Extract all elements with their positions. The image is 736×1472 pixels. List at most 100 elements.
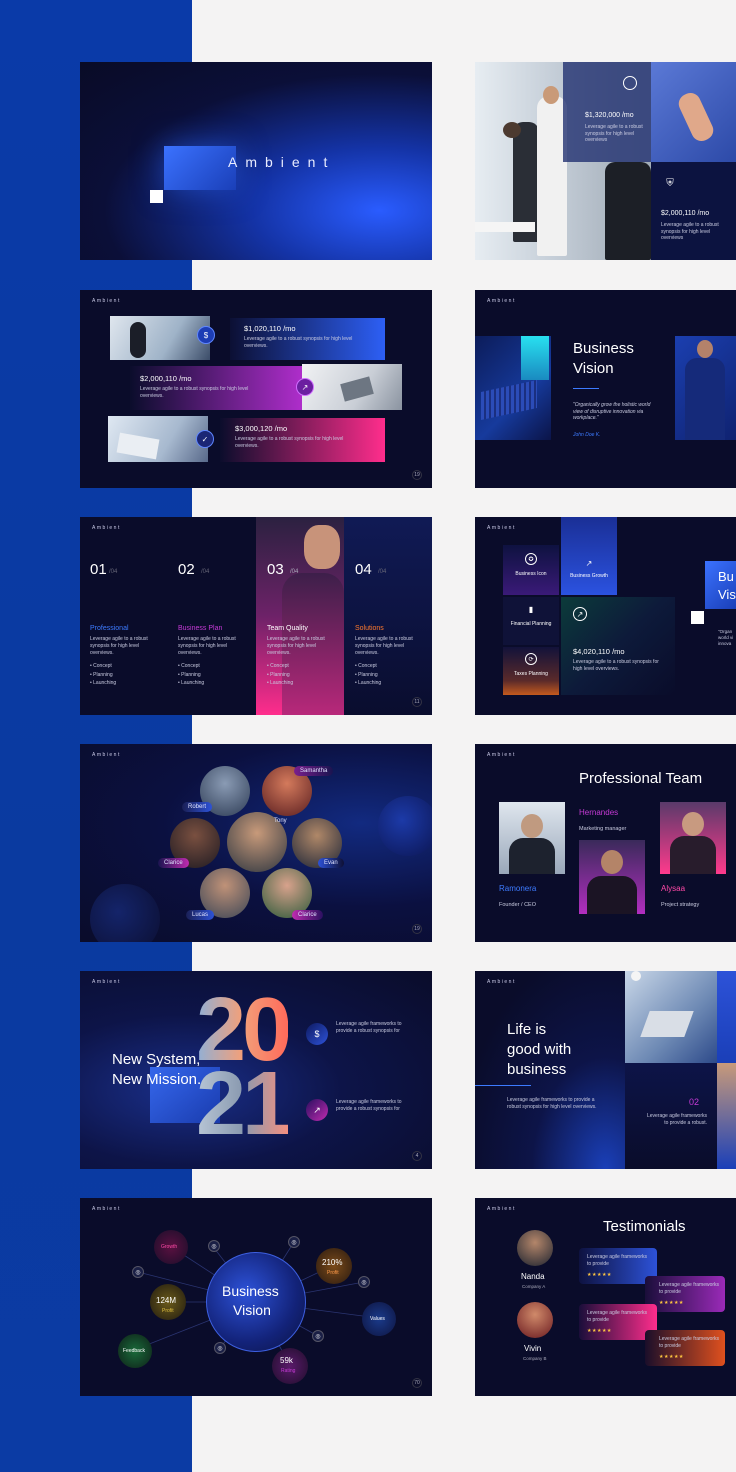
col-2-text: Leverage agile to a robust synopsis for … <box>178 636 236 656</box>
divider <box>573 388 599 389</box>
role-ramonera: Founder / CEO <box>499 902 536 908</box>
col-1-bullets: • Concept • Planning • Launching <box>90 663 117 686</box>
col-4-total: /04 <box>378 569 387 575</box>
col-1-number: 01 <box>90 561 107 578</box>
quote-text: "Organically grow the holistic world vie… <box>573 402 651 421</box>
slide-title: Ambient <box>228 154 336 170</box>
section-number: 02 <box>689 1097 700 1107</box>
node-label-profit-2: Profit <box>162 1308 174 1314</box>
node-value-210: 210% <box>322 1258 343 1267</box>
stat-value-2: $2,000,110 /mo <box>661 210 710 217</box>
shield-icon: ⛨ <box>666 177 674 189</box>
hand-photo <box>651 62 736 162</box>
tile-taxes-planning[interactable]: ⟳ Taxes Planning <box>503 647 559 695</box>
slide-new-mission[interactable]: Ambient 20 21 New System, New Mission. $… <box>80 971 432 1169</box>
tile-label-4: Taxes Planning <box>514 671 548 677</box>
slide-business-vision[interactable]: Ambient Business Vision "Organically gro… <box>475 290 736 488</box>
divider <box>475 1085 531 1086</box>
rating-stars-4: ★★★★★ <box>659 1354 684 1360</box>
avatar-vivin <box>517 1302 553 1338</box>
quote-text-3: Leverage agile frameworks to provide <box>587 1310 648 1323</box>
slide-financial-rows[interactable]: Ambient $ $1,020,110 /mo Leverage agile … <box>80 290 432 488</box>
col-4-number: 04 <box>355 561 372 578</box>
node-label-rating: Rating <box>281 1368 296 1374</box>
center-title-2: Vision <box>233 1302 271 1318</box>
item-text-2: Leverage agile frameworks to provide a r… <box>336 1099 402 1112</box>
page-number: 19 <box>412 924 422 934</box>
node-rating <box>272 1348 308 1384</box>
stat-card-1: $1,320,000 /mo Leverage agile to a robus… <box>563 62 651 162</box>
brand-label: Ambient <box>487 752 516 758</box>
col-2-total: /04 <box>201 569 210 575</box>
quote-author: John Doe K. <box>573 432 601 438</box>
page-number: 19 <box>412 470 422 480</box>
col-3-title: Team Quality <box>267 625 308 632</box>
row-photo-1 <box>110 316 210 360</box>
stat-text-2: Leverage agile to a robust synopsis for … <box>661 222 719 241</box>
desk-photo <box>625 971 717 1063</box>
name-robert: Robert <box>182 802 213 812</box>
headline-line-1: Life is <box>507 1021 547 1038</box>
rating-stars-1: ★★★★★ <box>587 1272 612 1278</box>
quote-text-2: Leverage agile frameworks to provide <box>659 1282 720 1295</box>
slide-vision-network[interactable]: Ambient Business Vision Growth 210% Prof… <box>80 1198 432 1396</box>
page-number: 4 <box>412 1151 422 1161</box>
brand-label: Ambient <box>92 298 121 304</box>
side-quote: "Organ world vi innova <box>718 629 734 646</box>
tile-business-icon[interactable]: ✪ Business Icon <box>503 545 559 595</box>
slide-four-columns[interactable]: Ambient 01 /04 Professional Leverage agi… <box>80 517 432 715</box>
row-value-1: $1,020,110 /mo <box>244 324 296 333</box>
col-3-number: 03 <box>267 561 284 578</box>
decor-sphere <box>90 884 160 942</box>
brand-label: Ambient <box>487 525 516 531</box>
row-text-2: Leverage agile to a robust synopsis for … <box>140 386 249 399</box>
quote-text-4: Leverage agile frameworks to provide <box>659 1336 720 1349</box>
stat-tile[interactable]: ↗ $4,020,110 /mo Leverage agile to a rob… <box>561 597 675 695</box>
company-nanda: Company A <box>522 1284 546 1289</box>
refresh-icon: ⟳ <box>525 653 537 665</box>
slide-services-grid[interactable]: Ambient ✪ Business Icon ↗ Business Growt… <box>475 517 736 715</box>
slide-testimonials[interactable]: Ambient Testimonials Nanda Company A Viv… <box>475 1198 736 1396</box>
col-2-number: 02 <box>178 561 195 578</box>
brand-label: Ambient <box>92 525 121 531</box>
refresh-icon <box>623 76 637 90</box>
node-label-growth: Growth <box>161 1244 178 1250</box>
title-line-2: Vision <box>573 360 614 377</box>
name-nanda: Nanda <box>521 1272 545 1281</box>
section-text: Leverage agile frameworks to provide a r… <box>646 1113 707 1126</box>
quote-card-4: Leverage agile frameworks to provide ★★★… <box>645 1330 725 1366</box>
slide-ambient-title[interactable]: Ambient <box>80 62 432 260</box>
name-vivin: Vivin <box>524 1344 542 1353</box>
blue-accent-strip <box>717 971 736 1063</box>
brand-label: Ambient <box>487 298 516 304</box>
item-text-1: Leverage agile frameworks to provide a r… <box>336 1021 402 1034</box>
chart-icon: ↗ <box>296 378 314 396</box>
tile-business-growth[interactable]: ↗ Business Growth <box>561 517 617 595</box>
slide-stats-photo[interactable]: $1,320,000 /mo Leverage agile to a robus… <box>475 62 736 260</box>
quote-card-2: Leverage agile frameworks to provide ★★★… <box>645 1276 725 1312</box>
row-text-3: Leverage agile to a robust synopsis for … <box>235 436 344 449</box>
name-tony: Tony <box>274 818 287 824</box>
tile-financial-planning[interactable]: ▮ Financial Planning <box>503 597 559 645</box>
col-1-title: Professional <box>90 625 129 632</box>
slide-life-business[interactable]: Ambient Life is good with business Lever… <box>475 971 736 1169</box>
tile-label-2: Business Growth <box>570 573 608 579</box>
col-3-total: /04 <box>290 569 299 575</box>
photo-ramonera <box>499 802 565 874</box>
side-title-2: Vis <box>718 587 736 602</box>
chart-icon: ↗ <box>306 1099 328 1121</box>
small-node-icon: ◎ <box>358 1276 370 1288</box>
node-label-profit-1: Profit <box>327 1270 339 1276</box>
slide-title: Professional Team <box>579 770 703 787</box>
node-label-feedback: Feedback <box>123 1348 145 1354</box>
node-value-59k: 59k <box>280 1356 293 1365</box>
row-value-2: $2,000,110 /mo <box>140 374 192 383</box>
name-ramonera: Ramonera <box>499 884 537 893</box>
slide-professional-team[interactable]: Ambient Professional Team Ramonera Found… <box>475 744 736 942</box>
slide-team-circles[interactable]: Ambient Samantha Robert Tony Clarice Eva… <box>80 744 432 942</box>
name-alysaa: Alysaa <box>661 884 686 893</box>
page-number: 70 <box>412 1378 422 1388</box>
year-bottom: 21 <box>196 1054 292 1154</box>
row-value-3: $3,000,120 /mo <box>235 424 288 433</box>
quote-text-1: Leverage agile frameworks to provide <box>587 1254 648 1267</box>
